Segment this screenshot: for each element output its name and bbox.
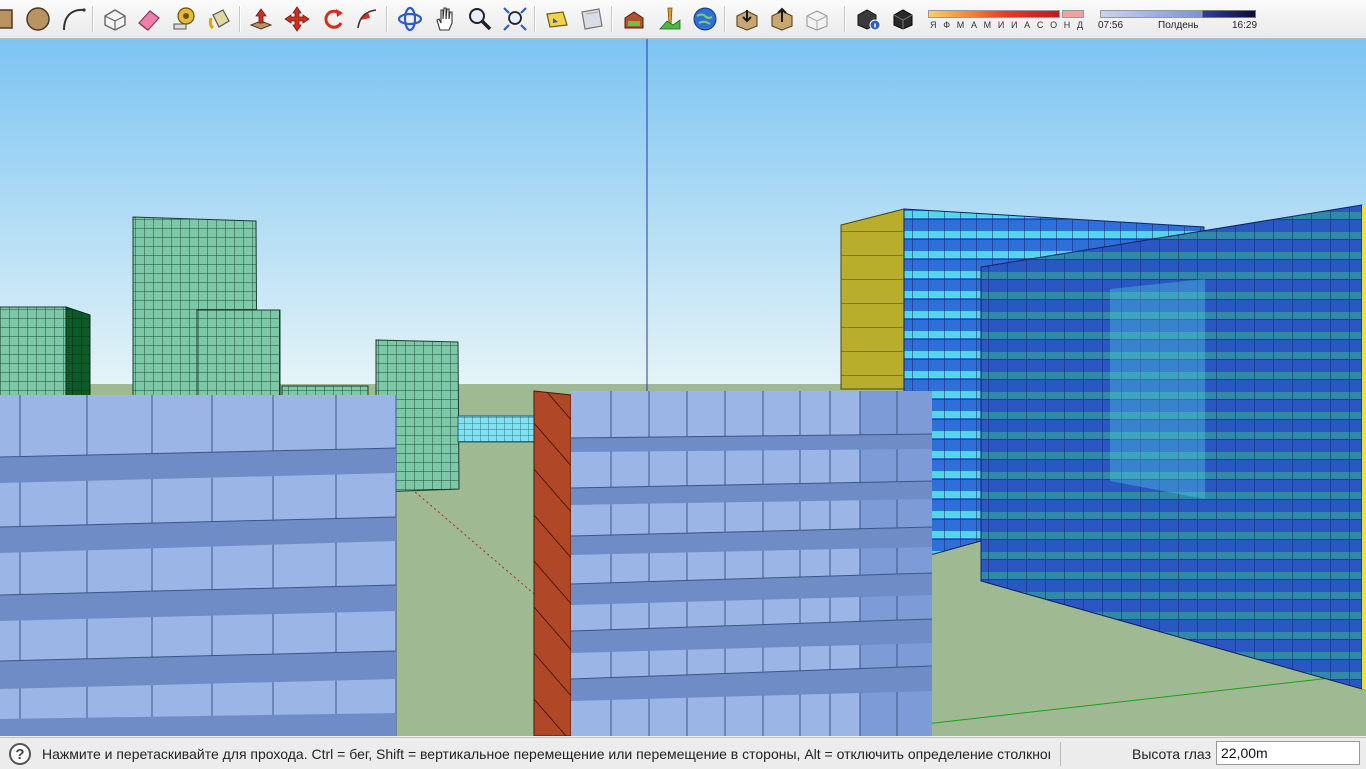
pan-tool-button[interactable] <box>430 4 460 34</box>
display-shadows-button[interactable] <box>889 4 919 34</box>
position-camera-icon <box>546 11 568 28</box>
light-blue-building-center <box>570 391 933 736</box>
get-models-button[interactable] <box>732 4 762 34</box>
shadow-settings-button[interactable] <box>853 4 883 34</box>
arc-tool-button[interactable] <box>58 4 88 34</box>
cyan-low-building <box>457 415 537 443</box>
zoom-extents-button[interactable] <box>500 4 530 34</box>
zoom-tool-button[interactable] <box>465 4 495 34</box>
eraser-tool-button[interactable] <box>134 4 164 34</box>
status-message: Нажмите и перетаскивайте для прохода. Ct… <box>42 746 1050 762</box>
yellow-facade <box>840 208 905 390</box>
earth-icon <box>693 7 717 31</box>
status-bar: ? Нажмите и перетаскивайте для прохода. … <box>0 737 1366 769</box>
time-noon-label: Полдень <box>1158 20 1199 31</box>
share-component-icon <box>806 10 828 31</box>
make-component-button[interactable] <box>100 4 130 34</box>
paint-bucket-icon <box>208 9 230 30</box>
month-gradient-bar <box>928 10 1060 18</box>
toolbar-separator <box>534 6 536 32</box>
walk-icon <box>581 8 603 30</box>
rotate-tool-button[interactable] <box>318 4 348 34</box>
toolbar-separator <box>92 6 94 32</box>
follow-me-button[interactable] <box>352 4 382 34</box>
add-location-icon <box>624 11 644 29</box>
toolbar-separator <box>611 6 613 32</box>
shadow-time-slider[interactable]: 07:56 Полдень 16:29 <box>1096 8 1260 32</box>
time-slider-handle[interactable] <box>1202 10 1256 18</box>
google-earth-button[interactable] <box>690 4 720 34</box>
toolbar-separator <box>724 6 726 32</box>
share-model-button[interactable] <box>767 4 797 34</box>
eye-height-label: Высота глаз <box>1132 746 1211 762</box>
tape-measure-button[interactable] <box>170 4 200 34</box>
orbit-icon <box>397 6 423 32</box>
shadows-icon <box>893 9 913 30</box>
circle-icon <box>26 7 50 31</box>
move-icon <box>284 6 310 32</box>
green-tower-mid <box>196 309 281 401</box>
scene-canvas[interactable] <box>0 39 1366 736</box>
terrain-icon <box>659 7 681 30</box>
zoom-extents-icon <box>503 7 527 31</box>
green-tower-left <box>0 306 67 398</box>
arc-icon <box>63 8 86 31</box>
eraser-icon <box>138 10 160 31</box>
month-labels: Я Ф М А М И И А С О Н Д <box>930 20 1086 30</box>
toolbar-separator <box>386 6 388 32</box>
green-tower-left-side <box>65 306 91 398</box>
time-start-label: 07:56 <box>1098 20 1124 31</box>
yellow-edge-strip <box>1362 205 1366 689</box>
eye-height-input[interactable] <box>1216 741 1360 765</box>
zoom-icon <box>469 8 492 31</box>
rectangle-icon <box>0 9 13 29</box>
light-blue-building-left <box>0 395 397 736</box>
toolbar-separator <box>844 6 846 32</box>
component-icon <box>104 9 126 31</box>
time-gradient-bar <box>1100 10 1202 18</box>
month-slider-handle[interactable] <box>1062 10 1084 18</box>
pan-hand-icon <box>436 7 453 31</box>
push-pull-icon <box>249 8 273 30</box>
time-end-label: 16:29 <box>1232 20 1258 31</box>
rotate-icon <box>324 9 343 29</box>
paint-bucket-button[interactable] <box>205 4 235 34</box>
shadow-settings-icon <box>857 9 881 31</box>
toggle-terrain-button[interactable] <box>655 4 685 34</box>
add-location-button[interactable] <box>619 4 649 34</box>
question-icon[interactable]: ? <box>9 743 31 765</box>
brick-facade <box>533 390 572 736</box>
share-model-icon <box>771 7 793 31</box>
orbit-tool-button[interactable] <box>395 4 425 34</box>
tape-measure-icon <box>173 7 195 30</box>
toolbar-separator <box>239 6 241 32</box>
get-models-icon <box>736 10 758 31</box>
move-tool-button[interactable] <box>282 4 312 34</box>
position-camera-button[interactable] <box>542 4 572 34</box>
main-toolbar: Я Ф М А М И И А С О Н Д 07:56 Полдень 16… <box>0 0 1366 39</box>
wall-highlight <box>1110 279 1205 499</box>
circle-tool-button[interactable] <box>23 4 53 34</box>
status-divider <box>1060 742 1061 766</box>
follow-me-icon <box>357 9 377 29</box>
walk-tool-button[interactable] <box>577 4 607 34</box>
drawing-viewport[interactable] <box>0 39 1366 736</box>
shadow-date-slider[interactable]: Я Ф М А М И И А С О Н Д <box>928 8 1088 32</box>
push-pull-button[interactable] <box>246 4 276 34</box>
share-component-button[interactable] <box>802 4 832 34</box>
rectangle-tool-button[interactable] <box>0 4 16 34</box>
